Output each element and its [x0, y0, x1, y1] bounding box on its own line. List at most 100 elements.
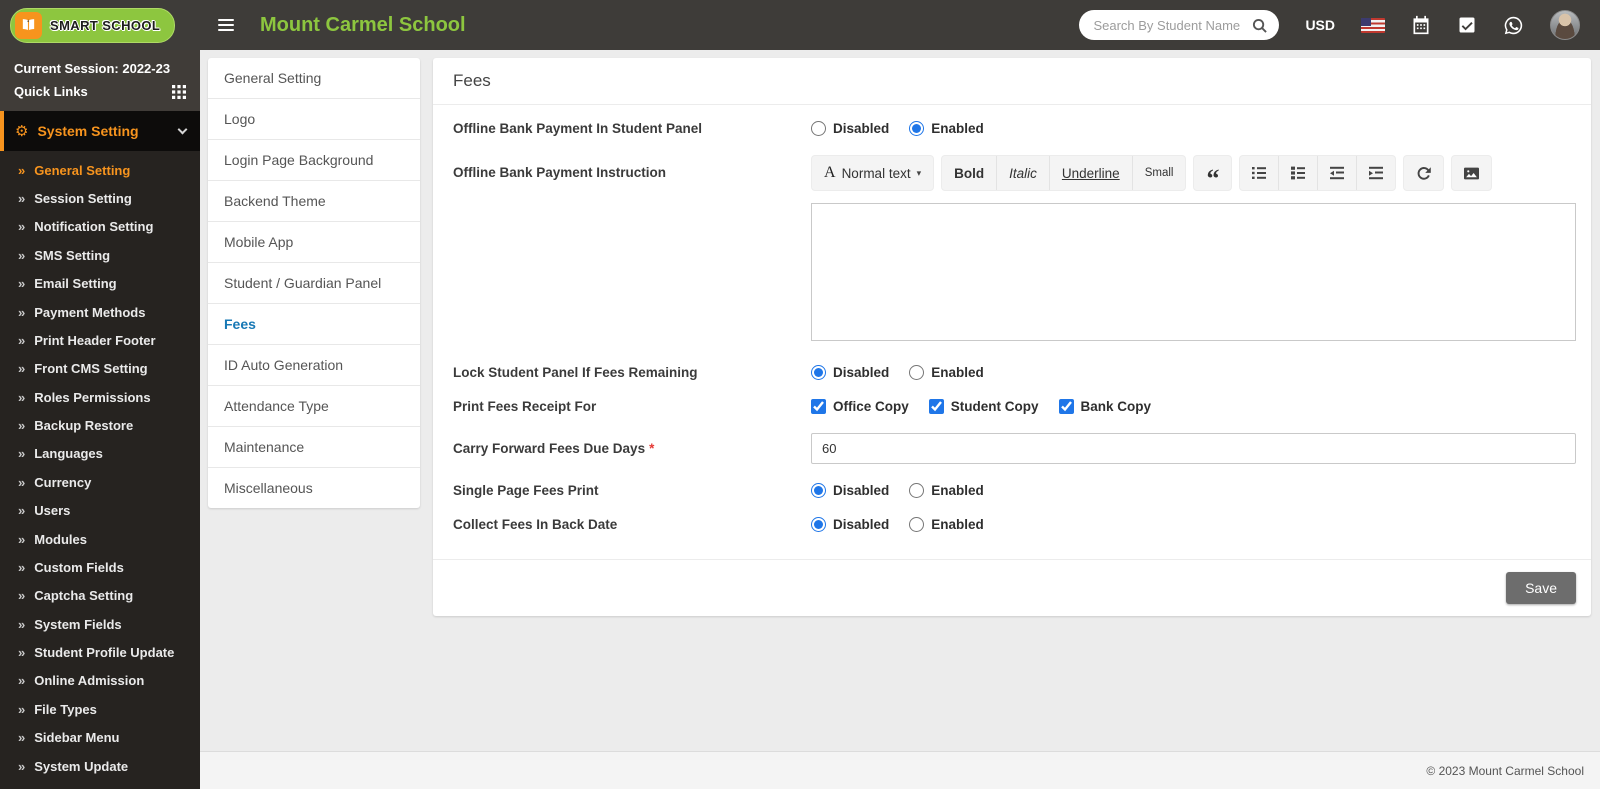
- whatsapp-icon[interactable]: [1503, 15, 1524, 36]
- radio-option[interactable]: Disabled: [811, 483, 889, 498]
- settings-tab[interactable]: Fees: [208, 304, 420, 345]
- sidebar-item[interactable]: » Currency: [0, 468, 200, 496]
- sidebar-item[interactable]: » Online Admission: [0, 667, 200, 695]
- text-style-dropdown[interactable]: A Normal text ▾: [812, 156, 933, 190]
- search-input[interactable]: [1091, 16, 1247, 34]
- language-flag-icon[interactable]: [1361, 17, 1385, 33]
- radio-option[interactable]: Enabled: [909, 121, 984, 136]
- bank-copy-checkbox[interactable]: [1058, 399, 1074, 414]
- sidebar-item[interactable]: » Users: [0, 497, 200, 525]
- radio-option[interactable]: Disabled: [811, 517, 889, 532]
- double-chevron-icon: »: [18, 219, 26, 235]
- unordered-list-icon[interactable]: [1279, 156, 1319, 190]
- double-chevron-icon: »: [18, 332, 26, 348]
- sidebar-item[interactable]: » Languages: [0, 440, 200, 468]
- sidebar-item[interactable]: » Sidebar Menu: [0, 724, 200, 752]
- sidebar-item[interactable]: » Front CMS Setting: [0, 355, 200, 383]
- radio-enabled[interactable]: [909, 121, 925, 136]
- office-copy-checkbox[interactable]: [811, 399, 826, 414]
- settings-tab[interactable]: General Setting: [208, 58, 420, 99]
- settings-tab[interactable]: Logo: [208, 99, 420, 140]
- settings-tab[interactable]: Maintenance: [208, 427, 420, 468]
- double-chevron-icon: »: [18, 645, 26, 661]
- italic-button[interactable]: Italic: [997, 156, 1050, 190]
- row-single-page-fees-print: Single Page Fees Print Disabled Enabled: [453, 483, 1576, 498]
- sidebar-item[interactable]: » Captcha Setting: [0, 582, 200, 610]
- settings-tab[interactable]: Student / Guardian Panel: [208, 263, 420, 304]
- sidebar-item[interactable]: » Roles Permissions: [0, 383, 200, 411]
- user-avatar[interactable]: [1550, 10, 1580, 40]
- radio-option[interactable]: Disabled: [811, 365, 889, 380]
- sidebar-item[interactable]: » System Update: [0, 752, 200, 780]
- hamburger-menu-icon[interactable]: [214, 12, 238, 38]
- school-title: Mount Carmel School: [260, 13, 466, 36]
- checkbox-option[interactable]: Bank Copy: [1058, 399, 1151, 414]
- gear-icon: ⚙: [15, 122, 29, 140]
- radio-option[interactable]: Enabled: [909, 365, 984, 380]
- radio-disabled[interactable]: [811, 483, 826, 498]
- settings-tab[interactable]: Login Page Background: [208, 140, 420, 181]
- session-block: Current Session: 2022-23 Quick Links: [0, 50, 200, 111]
- settings-tab[interactable]: Attendance Type: [208, 386, 420, 427]
- sidebar-item[interactable]: » Student Profile Update: [0, 638, 200, 666]
- settings-tab[interactable]: Backend Theme: [208, 181, 420, 222]
- radio-enabled[interactable]: [909, 365, 925, 380]
- bold-button[interactable]: Bold: [942, 156, 998, 190]
- top-header: SMART SCHOOL Mount Carmel School USD: [0, 0, 1600, 50]
- double-chevron-icon: »: [18, 446, 26, 462]
- sidebar-item[interactable]: » Modules: [0, 525, 200, 553]
- quote-icon[interactable]: “: [1194, 156, 1231, 191]
- radio-disabled[interactable]: [811, 121, 826, 136]
- double-chevron-icon: »: [18, 361, 26, 377]
- sidebar-item[interactable]: » Custom Fields: [0, 553, 200, 581]
- settings-tab[interactable]: Miscellaneous: [208, 468, 420, 508]
- checkbox-option[interactable]: Student Copy: [928, 399, 1039, 414]
- outdent-icon[interactable]: [1318, 156, 1358, 190]
- radio-enabled[interactable]: [909, 483, 925, 498]
- calendar-icon[interactable]: [1411, 15, 1431, 35]
- settings-tab[interactable]: Mobile App: [208, 222, 420, 263]
- currency-selector[interactable]: USD: [1305, 17, 1335, 33]
- checkbox-option[interactable]: Office Copy: [811, 399, 909, 414]
- student-search-box: [1079, 10, 1280, 40]
- ordered-list-icon[interactable]: [1240, 156, 1280, 190]
- chevron-down-icon: [177, 124, 188, 135]
- required-asterisk: *: [649, 441, 655, 456]
- sidebar-item[interactable]: » General Setting: [0, 156, 200, 184]
- sidebar-item[interactable]: » System Fields: [0, 610, 200, 638]
- radio-option[interactable]: Enabled: [909, 483, 984, 498]
- radio-option[interactable]: Enabled: [909, 517, 984, 532]
- carry-forward-days-input[interactable]: [811, 433, 1576, 464]
- sidebar-item[interactable]: » Backup Restore: [0, 411, 200, 439]
- sidebar-item[interactable]: » SMS Setting: [0, 241, 200, 269]
- student-copy-checkbox[interactable]: [928, 399, 944, 414]
- radio-disabled[interactable]: [811, 517, 826, 532]
- header-actions: USD: [1079, 10, 1600, 40]
- radio-option[interactable]: Disabled: [811, 121, 889, 136]
- row-print-fees-receipt: Print Fees Receipt For Office Copy Stude…: [453, 399, 1576, 414]
- indent-icon[interactable]: [1357, 156, 1395, 190]
- double-chevron-icon: »: [18, 389, 26, 405]
- sidebar-item[interactable]: » File Types: [0, 695, 200, 723]
- logo-area: SMART SCHOOL: [0, 7, 200, 43]
- sidebar-item[interactable]: » Print Header Footer: [0, 326, 200, 354]
- search-icon[interactable]: [1252, 18, 1268, 33]
- underline-button[interactable]: Underline: [1050, 156, 1133, 190]
- image-icon[interactable]: [1452, 156, 1491, 190]
- sidebar-menu-system-setting[interactable]: ⚙ System Setting: [0, 111, 200, 151]
- radio-disabled[interactable]: [811, 365, 826, 380]
- field-label: Offline Bank Payment In Student Panel: [453, 121, 703, 136]
- radio-enabled[interactable]: [909, 517, 925, 532]
- smart-school-logo[interactable]: SMART SCHOOL: [10, 7, 176, 43]
- sidebar-item[interactable]: » Session Setting: [0, 184, 200, 212]
- tasks-check-icon[interactable]: [1457, 15, 1477, 35]
- settings-tab[interactable]: ID Auto Generation: [208, 345, 420, 386]
- quick-links-grid-icon[interactable]: [172, 84, 186, 99]
- small-text-button[interactable]: Small: [1133, 156, 1186, 190]
- sidebar-item[interactable]: » Email Setting: [0, 270, 200, 298]
- sidebar-item[interactable]: » Payment Methods: [0, 298, 200, 326]
- redo-icon[interactable]: [1404, 156, 1443, 190]
- save-button[interactable]: Save: [1506, 572, 1576, 604]
- sidebar-item[interactable]: » Notification Setting: [0, 213, 200, 241]
- offline-instruction-textarea[interactable]: [811, 203, 1576, 341]
